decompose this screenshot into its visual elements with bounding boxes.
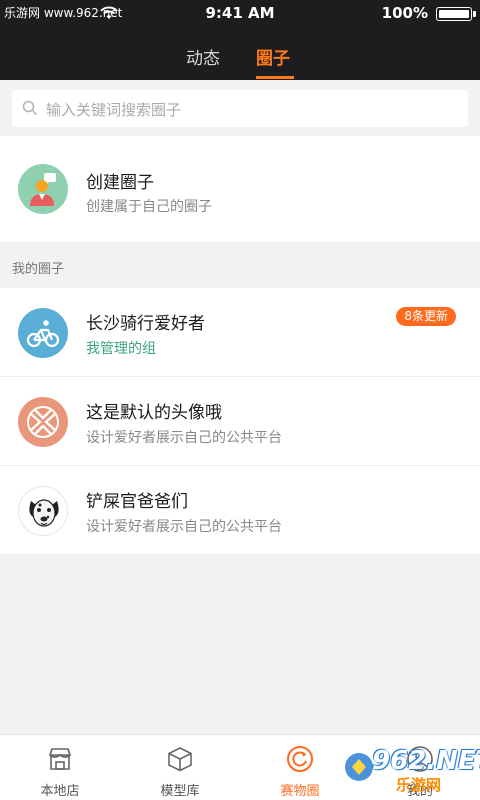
search-placeholder: 输入关键词搜索圈子 [46, 101, 182, 119]
battery-icon [436, 7, 476, 21]
battery-percent: 100% [381, 4, 428, 22]
bicycle-icon [18, 308, 68, 358]
tab-active-indicator [256, 76, 294, 79]
cube-icon [168, 747, 192, 772]
tab-local-store[interactable]: 本地店 [0, 735, 120, 800]
tab-dynamic[interactable]: 动态 [186, 44, 220, 69]
tab-model-library[interactable]: 模型库 [120, 735, 240, 800]
store-icon [48, 748, 72, 770]
circle-item[interactable]: 这是默认的头像哦 设计爱好者展示自己的公共平台 [0, 377, 480, 465]
circle-refresh-icon [287, 746, 313, 772]
my-circles-heading: 我的圈子 [12, 262, 65, 277]
status-bar: 乐游网 www.962.net 9:41 AM 100% [0, 0, 480, 26]
circle-subtitle: 我管理的组 [86, 341, 156, 357]
dog-avatar-icon [18, 486, 68, 536]
watermark-logo: 962.NET [372, 746, 480, 776]
search-icon [22, 100, 38, 116]
create-circle-row[interactable]: 创建圈子 创建属于自己的圈子 [0, 136, 480, 242]
circle-item[interactable]: 铲屎官爸爸们 设计爱好者展示自己的公共平台 [0, 466, 480, 554]
tab-label: 本地店 [40, 784, 80, 799]
circle-title: 长沙骑行爱好者 [86, 314, 205, 334]
tab-circles[interactable]: 圈子 [256, 44, 290, 69]
default-avatar-icon [18, 397, 68, 447]
circle-title: 这是默认的头像哦 [86, 403, 222, 423]
search-area: 输入关键词搜索圈子 [0, 80, 480, 136]
watermark-logo-icon [345, 753, 373, 781]
create-circle-subtitle: 创建属于自己的圈子 [86, 199, 212, 215]
circle-subtitle: 设计爱好者展示自己的公共平台 [86, 430, 282, 446]
tab-label: 模型库 [160, 784, 200, 799]
top-nav: 动态 圈子 [0, 26, 480, 80]
site-watermark: 962.NET 乐游网 [342, 742, 480, 794]
create-circle-title: 创建圈子 [86, 173, 154, 193]
circle-item[interactable]: 长沙骑行爱好者 我管理的组 8条更新 [0, 288, 480, 376]
circle-subtitle: 设计爱好者展示自己的公共平台 [86, 519, 282, 535]
search-input[interactable]: 输入关键词搜索圈子 [12, 90, 468, 127]
create-circle-icon [18, 164, 68, 214]
update-badge: 8条更新 [396, 307, 456, 326]
circle-title: 铲屎官爸爸们 [86, 492, 188, 512]
watermark-text: 乐游网 [396, 776, 442, 794]
